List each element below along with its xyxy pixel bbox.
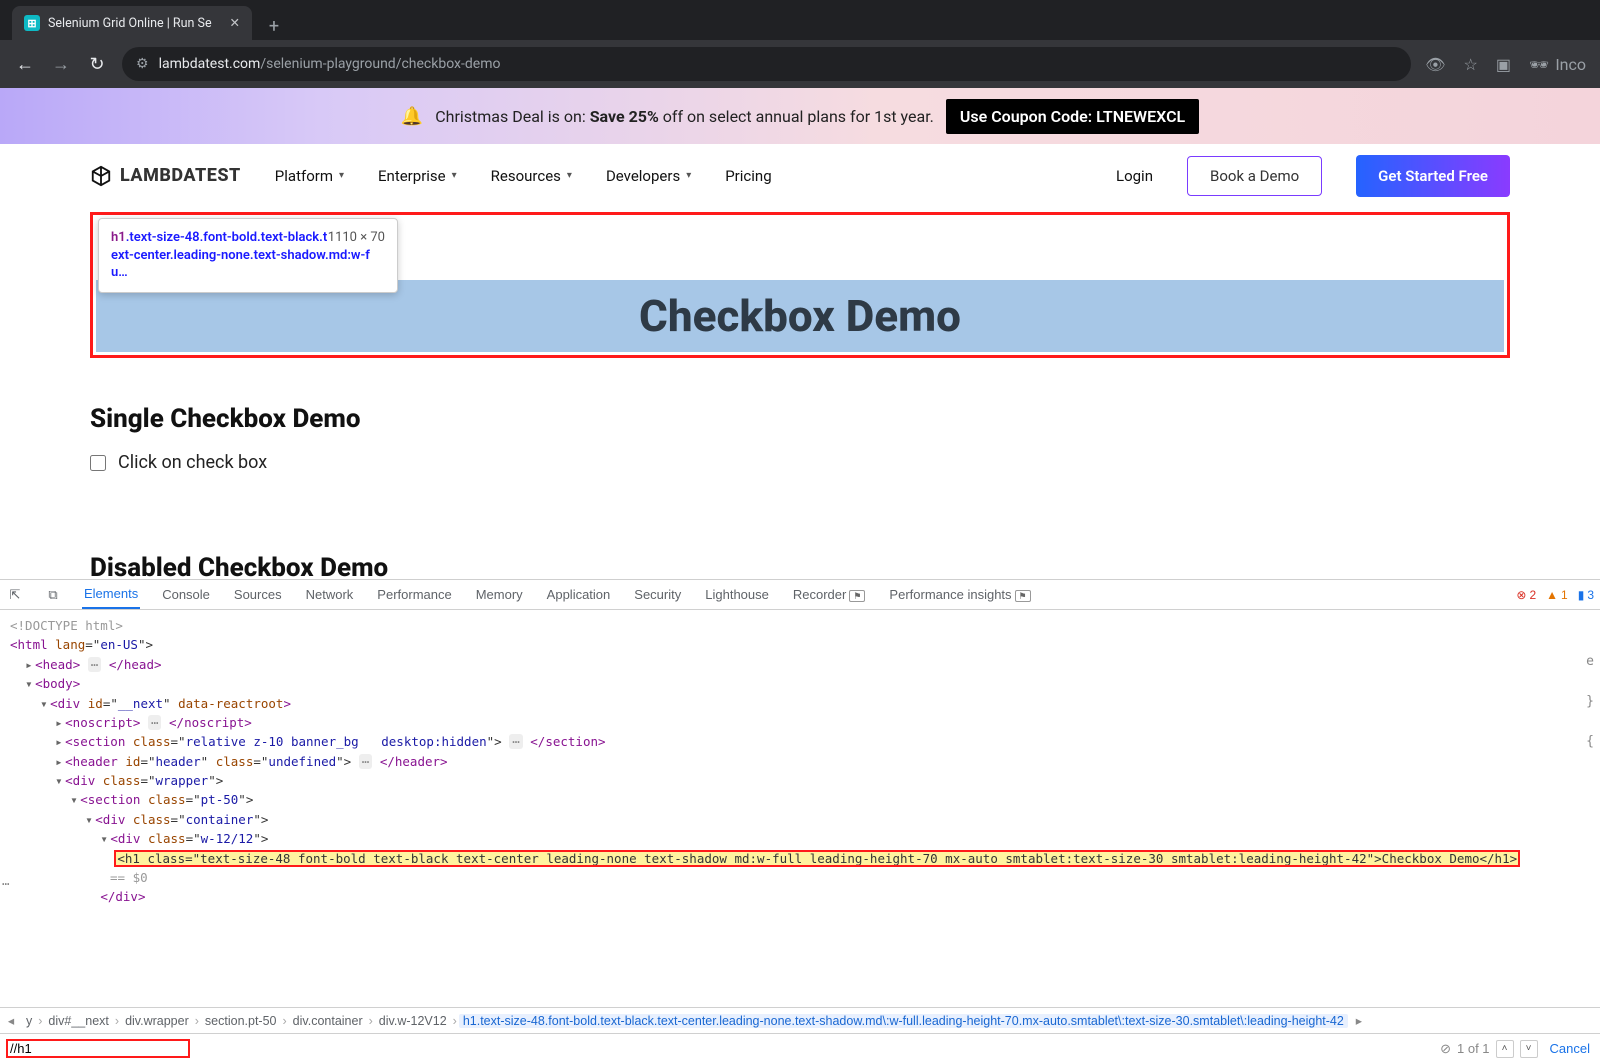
incognito-indicator: 🕶 Inco <box>1529 55 1586 74</box>
tab-sources[interactable]: Sources <box>232 581 284 608</box>
nav-developers[interactable]: Developers▾ <box>606 167 691 185</box>
url-host: lambdatest.com <box>159 56 261 72</box>
tab-lighthouse[interactable]: Lighthouse <box>703 581 771 608</box>
site-settings-icon[interactable]: ⚙ <box>136 56 149 72</box>
issues-badge[interactable]: ▮3 <box>1578 588 1594 602</box>
tab-performance[interactable]: Performance <box>375 581 453 608</box>
inspect-icon[interactable]: ⇱ <box>6 587 24 603</box>
logo-icon <box>90 165 112 187</box>
checkbox-label: Click on check box <box>118 452 267 473</box>
styles-sidebar-hint: e}{ <box>1586 652 1594 752</box>
tab-memory[interactable]: Memory <box>474 581 525 608</box>
devtools-panel: ⇱ ⧉ Elements Console Sources Network Per… <box>0 579 1600 1063</box>
error-badge[interactable]: ⊗2 <box>1516 588 1536 602</box>
page-title: Checkbox Demo <box>639 290 961 342</box>
search-prev-button[interactable]: ˄ <box>1496 1040 1514 1058</box>
nav-enterprise[interactable]: Enterprise▾ <box>378 167 457 185</box>
back-button[interactable]: ← <box>14 54 36 75</box>
eye-off-icon[interactable]: 👁 <box>1425 55 1445 74</box>
nav-resources[interactable]: Resources▾ <box>491 167 572 185</box>
single-checkbox-row[interactable]: Click on check box <box>90 452 1510 473</box>
coupon-badge[interactable]: Use Coupon Code: LTNEWEXCL <box>946 99 1199 134</box>
main-nav: Platform▾ Enterprise▾ Resources▾ Develop… <box>275 167 772 185</box>
tab-title: Selenium Grid Online | Run Se <box>48 16 212 31</box>
tab-strip: ⊞ Selenium Grid Online | Run Se ✕ + <box>0 0 1600 40</box>
address-bar[interactable]: ⚙ lambdatest.com/selenium-playground/che… <box>122 47 1411 81</box>
tab-network[interactable]: Network <box>304 581 356 608</box>
side-panel-icon[interactable]: ▣ <box>1496 55 1511 74</box>
login-link[interactable]: Login <box>1116 167 1153 185</box>
favicon-icon: ⊞ <box>24 15 40 31</box>
get-started-button[interactable]: Get Started Free <box>1356 155 1510 197</box>
star-icon[interactable]: ☆ <box>1464 55 1478 74</box>
nav-pricing[interactable]: Pricing <box>725 167 771 185</box>
device-icon[interactable]: ⧉ <box>44 587 62 603</box>
dom-tree[interactable]: <!DOCTYPE html> <html lang="en-US"> ▸<he… <box>0 610 1600 1007</box>
promo-banner: 🔔 Christmas Deal is on: Save 25% off on … <box>0 88 1600 144</box>
reload-button[interactable]: ↻ <box>86 54 108 75</box>
chevron-down-icon: ▾ <box>686 170 691 181</box>
clear-icon[interactable]: ⊘ <box>1440 1041 1451 1057</box>
warning-badge[interactable]: ▲1 <box>1546 588 1568 602</box>
tooltip-dimensions: 1110 × 70 <box>328 229 385 247</box>
bell-icon: 🔔 <box>401 106 423 127</box>
page-content: Checkbox Demo 1110 × 70 h1.text-size-48.… <box>0 212 1600 622</box>
nav-platform[interactable]: Platform▾ <box>275 167 344 185</box>
devtools-tabstrip: ⇱ ⧉ Elements Console Sources Network Per… <box>0 580 1600 610</box>
search-next-button[interactable]: ˅ <box>1520 1040 1538 1058</box>
site-header: LAMBDATEST Platform▾ Enterprise▾ Resourc… <box>0 144 1600 208</box>
brand-logo[interactable]: LAMBDATEST <box>90 165 241 187</box>
breadcrumb-next[interactable]: ▸ <box>1348 1013 1370 1028</box>
single-checkbox[interactable] <box>90 455 106 471</box>
browser-chrome: ⊞ Selenium Grid Online | Run Se ✕ + ← → … <box>0 0 1600 88</box>
overflow-icon[interactable]: ⋯ <box>2 876 10 891</box>
browser-tab[interactable]: ⊞ Selenium Grid Online | Run Se ✕ <box>12 6 252 40</box>
dom-breadcrumb[interactable]: ◂ y› div#__next› div.wrapper› section.pt… <box>0 1007 1600 1033</box>
section-heading-single: Single Checkbox Demo <box>90 404 1510 434</box>
new-tab-button[interactable]: + <box>260 12 288 40</box>
selected-dom-node[interactable]: <h1 class="text-size-48 font-bold text-b… <box>115 851 1519 866</box>
inspector-tooltip: 1110 × 70 h1.text-size-48.font-bold.text… <box>98 218 398 293</box>
book-demo-button[interactable]: Book a Demo <box>1187 156 1322 196</box>
incognito-icon: 🕶 <box>1529 55 1549 74</box>
breadcrumb-prev[interactable]: ◂ <box>0 1013 22 1028</box>
tab-recorder[interactable]: Recorder⚑ <box>791 581 868 608</box>
tab-console[interactable]: Console <box>160 581 212 608</box>
url-path: /selenium-playground/checkbox-demo <box>260 56 500 72</box>
close-icon[interactable]: ✕ <box>230 15 240 31</box>
dom-search-bar: ⊘ 1 of 1 ˄ ˅ Cancel <box>0 1033 1600 1063</box>
forward-button[interactable]: → <box>50 54 72 75</box>
tab-security[interactable]: Security <box>632 581 683 608</box>
chevron-down-icon: ▾ <box>452 170 457 181</box>
search-result-count: 1 of 1 <box>1457 1041 1490 1056</box>
tab-perf-insights[interactable]: Performance insights⚑ <box>887 581 1032 608</box>
chevron-down-icon: ▾ <box>567 170 572 181</box>
tab-elements[interactable]: Elements <box>82 580 140 609</box>
dom-search-input[interactable] <box>10 1041 186 1056</box>
search-cancel-button[interactable]: Cancel <box>1550 1041 1590 1056</box>
browser-toolbar: ← → ↻ ⚙ lambdatest.com/selenium-playgrou… <box>0 40 1600 88</box>
tab-application[interactable]: Application <box>545 581 613 608</box>
chevron-down-icon: ▾ <box>339 170 344 181</box>
